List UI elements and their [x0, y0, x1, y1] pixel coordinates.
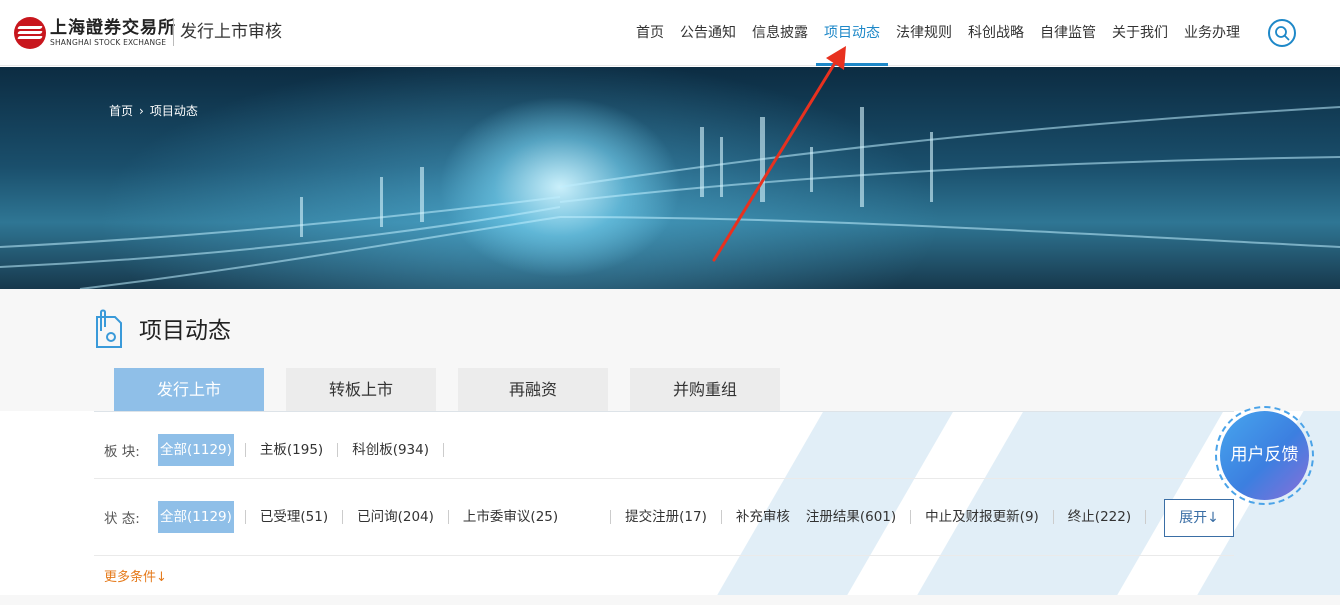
tab-mergers[interactable]: 并购重组 [630, 368, 780, 411]
option-divider [1145, 510, 1147, 524]
breadcrumb-current: 项目动态 [149, 104, 198, 118]
status-option-registration-result[interactable]: 注册结果(601) [803, 501, 899, 533]
hero-banner: 首页 › 项目动态 [0, 67, 1340, 289]
breadcrumb-separator-icon: › [139, 103, 144, 118]
status-option-committee-review[interactable]: 上市委审议(25) [460, 501, 561, 533]
filter-divider [94, 555, 1234, 556]
tab-board-transfer[interactable]: 转板上市 [286, 368, 436, 411]
status-option-all[interactable]: 全部(1129) [158, 501, 234, 533]
document-icon [96, 309, 122, 348]
site-header: 上海證券交易所 SHANGHAI STOCK EXCHANGE 发行上市审核 首… [0, 0, 1340, 66]
tabs-divider [94, 411, 1234, 412]
status-filter: 状 态: 全部(1129) 已受理(51) 已问询(204) 上市委审议(25)… [104, 501, 1157, 533]
board-option-all[interactable]: 全部(1129) [158, 434, 234, 466]
status-option-suspended[interactable]: 中止及财报更新(9) [922, 501, 1042, 533]
nav-item-self-regulation[interactable]: 自律监管 [1032, 0, 1104, 66]
search-icon [1275, 26, 1290, 41]
user-feedback-label: 用户反馈 [1220, 411, 1309, 500]
more-conditions-link[interactable]: 更多条件↓ [104, 566, 167, 585]
nav-item-rules[interactable]: 法律规则 [888, 0, 960, 66]
option-divider [342, 510, 344, 524]
board-filter-label: 板 块: [104, 444, 140, 460]
filter-divider [94, 478, 1234, 479]
nav-item-home[interactable]: 首页 [628, 0, 672, 66]
board-filter: 板 块: 全部(1129) 主板(195) 科创板(934) [104, 434, 455, 466]
tab-ipo[interactable]: 发行上市 [114, 368, 264, 411]
nav-item-announcements[interactable]: 公告通知 [672, 0, 744, 66]
nav-item-star-strategy[interactable]: 科创战略 [960, 0, 1032, 66]
main-nav: 首页 公告通知 信息披露 项目动态 法律规则 科创战略 自律监管 关于我们 业务… [628, 0, 1248, 66]
logo-chinese-name: 上海證券交易所 [50, 18, 176, 38]
expand-button[interactable]: 展开↓ [1164, 499, 1234, 537]
sse-logo[interactable]: 上海證券交易所 SHANGHAI STOCK EXCHANGE [14, 16, 176, 50]
status-option-submitted-registration[interactable]: 提交注册(17) [622, 501, 710, 533]
status-option-supplementary-review[interactable]: 补充审核 [733, 501, 793, 533]
nav-item-project-updates[interactable]: 项目动态 [816, 0, 888, 66]
page-title: 项目动态 [139, 318, 231, 344]
option-divider [610, 510, 612, 524]
option-divider [443, 443, 445, 457]
option-divider [1052, 510, 1054, 524]
breadcrumb: 首页 › 项目动态 [109, 102, 198, 119]
option-divider [720, 510, 722, 524]
board-option-main[interactable]: 主板(195) [257, 434, 326, 466]
board-option-star[interactable]: 科创板(934) [349, 434, 432, 466]
banner-light-trails-image [0, 106, 1340, 289]
option-divider [910, 510, 912, 524]
nav-item-disclosure[interactable]: 信息披露 [744, 0, 816, 66]
site-subtitle: 发行上市审核 [180, 22, 282, 42]
status-option-terminated[interactable]: 终止(222) [1065, 501, 1134, 533]
nav-item-business[interactable]: 业务办理 [1176, 0, 1248, 66]
breadcrumb-home[interactable]: 首页 [109, 102, 133, 119]
status-option-inquired[interactable]: 已问询(204) [354, 501, 437, 533]
sse-logo-mark-icon [14, 17, 46, 49]
category-tabs: 发行上市 转板上市 再融资 并购重组 [114, 368, 802, 411]
option-divider [447, 510, 449, 524]
logo-divider [173, 18, 174, 46]
option-divider [337, 443, 339, 457]
option-divider [244, 443, 246, 457]
project-updates-section: 项目动态 发行上市 转板上市 再融资 并购重组 板 块: 全部(1129) 主板… [0, 289, 1340, 605]
nav-item-about-us[interactable]: 关于我们 [1104, 0, 1176, 66]
logo-english-name: SHANGHAI STOCK EXCHANGE [50, 38, 167, 47]
tab-refinancing[interactable]: 再融资 [458, 368, 608, 411]
user-feedback-button[interactable]: 用户反馈 [1215, 406, 1314, 505]
status-option-accepted[interactable]: 已受理(51) [257, 501, 331, 533]
search-button[interactable] [1268, 19, 1296, 47]
status-filter-label: 状 态: [104, 511, 140, 527]
option-divider [244, 510, 246, 524]
